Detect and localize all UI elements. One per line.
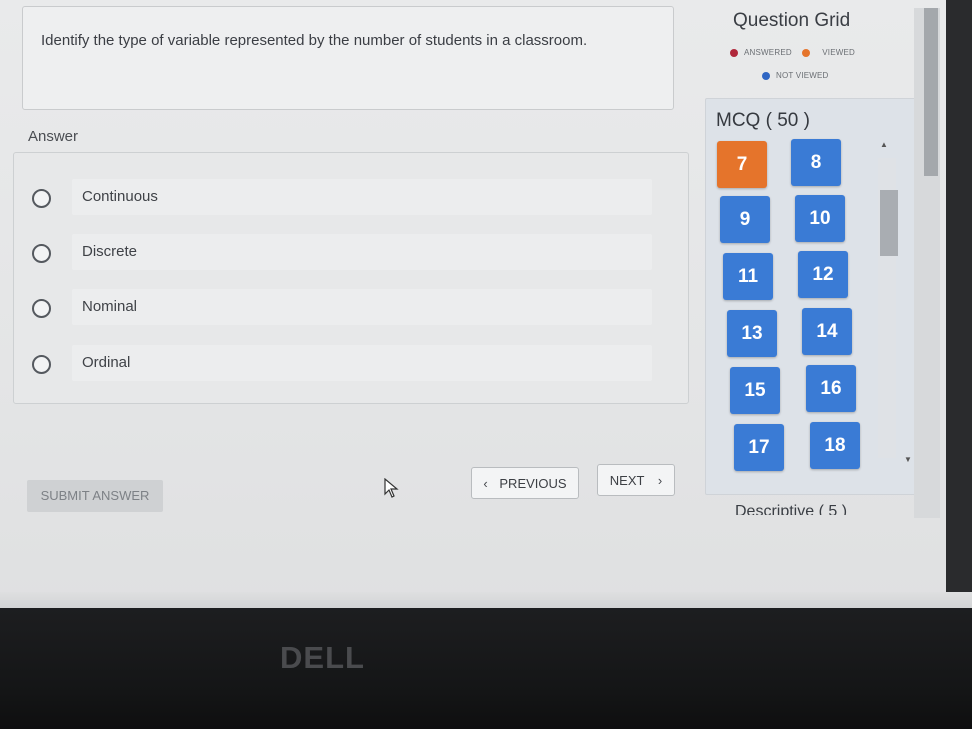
question-tile[interactable]: 13 — [727, 310, 777, 357]
viewed-dot-icon — [802, 48, 811, 57]
mouse-pointer-icon — [384, 478, 399, 498]
exam-screen: Identify the type of variable represente… — [0, 0, 972, 615]
previous-button[interactable]: ‹ PREVIOUS — [471, 467, 579, 499]
legend-not-viewed: NOT VIEWED — [776, 71, 829, 80]
chevron-left-icon: ‹ — [483, 476, 488, 491]
question-text: Identify the type of variable represente… — [41, 32, 588, 49]
laptop-bezel: DELL — [0, 608, 972, 729]
chevron-right-icon: › — [657, 473, 663, 488]
dell-logo: DELL — [280, 640, 365, 675]
screen-edge — [946, 0, 972, 620]
radio-button[interactable] — [32, 244, 51, 263]
radio-button[interactable] — [32, 189, 51, 208]
next-button[interactable]: NEXT › — [597, 464, 675, 496]
mcq-section-title: MCQ ( 50 ) — [716, 110, 810, 131]
option-discrete[interactable]: Discrete — [14, 234, 688, 274]
option-nominal[interactable]: Nominal — [14, 289, 688, 329]
question-tile[interactable]: 11 — [723, 253, 773, 300]
radio-button[interactable] — [32, 299, 51, 318]
answered-dot-icon — [730, 48, 738, 57]
submit-answer-button[interactable]: SUBMIT ANSWER — [27, 480, 163, 512]
question-tile[interactable]: 15 — [730, 367, 780, 414]
option-ordinal[interactable]: Ordinal — [14, 345, 688, 385]
previous-label: PREVIOUS — [499, 476, 567, 491]
legend-row-2: NOT VIEWED — [762, 71, 829, 80]
question-tile[interactable]: 10 — [795, 195, 845, 242]
legend-row-1: ANSWERED VIEWED — [730, 48, 855, 57]
question-grid-title: Question Grid — [733, 10, 851, 31]
next-label: NEXT — [609, 473, 645, 488]
not-viewed-dot-icon — [762, 71, 770, 80]
option-continuous[interactable]: Continuous — [14, 179, 688, 219]
page-scrollbar-thumb[interactable] — [924, 8, 938, 176]
legend-viewed: VIEWED — [822, 48, 856, 57]
question-tile[interactable]: 8 — [791, 139, 841, 186]
question-tile[interactable]: 7 — [717, 141, 767, 188]
question-tile[interactable]: 9 — [720, 196, 770, 243]
radio-button[interactable] — [32, 355, 51, 374]
answer-heading: Answer — [28, 128, 79, 145]
answer-options: Continuous Discrete Nominal Ordinal — [13, 152, 689, 404]
scroll-up-icon[interactable]: ▲ — [880, 140, 888, 149]
scroll-down-icon[interactable]: ▼ — [904, 455, 912, 464]
question-card: Identify the type of variable represente… — [22, 6, 674, 110]
descriptive-section-title: Descriptive ( 5 ) — [735, 503, 848, 515]
grid-scrollbar-thumb[interactable] — [880, 190, 898, 256]
option-label[interactable]: Discrete — [72, 234, 652, 270]
option-label[interactable]: Ordinal — [72, 345, 652, 381]
question-tile[interactable]: 17 — [734, 424, 784, 471]
option-label[interactable]: Nominal — [72, 289, 652, 325]
question-tile[interactable]: 12 — [798, 251, 848, 298]
question-tile[interactable]: 14 — [802, 308, 852, 355]
question-tile[interactable]: 16 — [806, 365, 856, 412]
option-label[interactable]: Continuous — [72, 179, 652, 215]
question-tile[interactable]: 18 — [810, 422, 860, 469]
legend-answered: ANSWERED — [744, 48, 792, 57]
